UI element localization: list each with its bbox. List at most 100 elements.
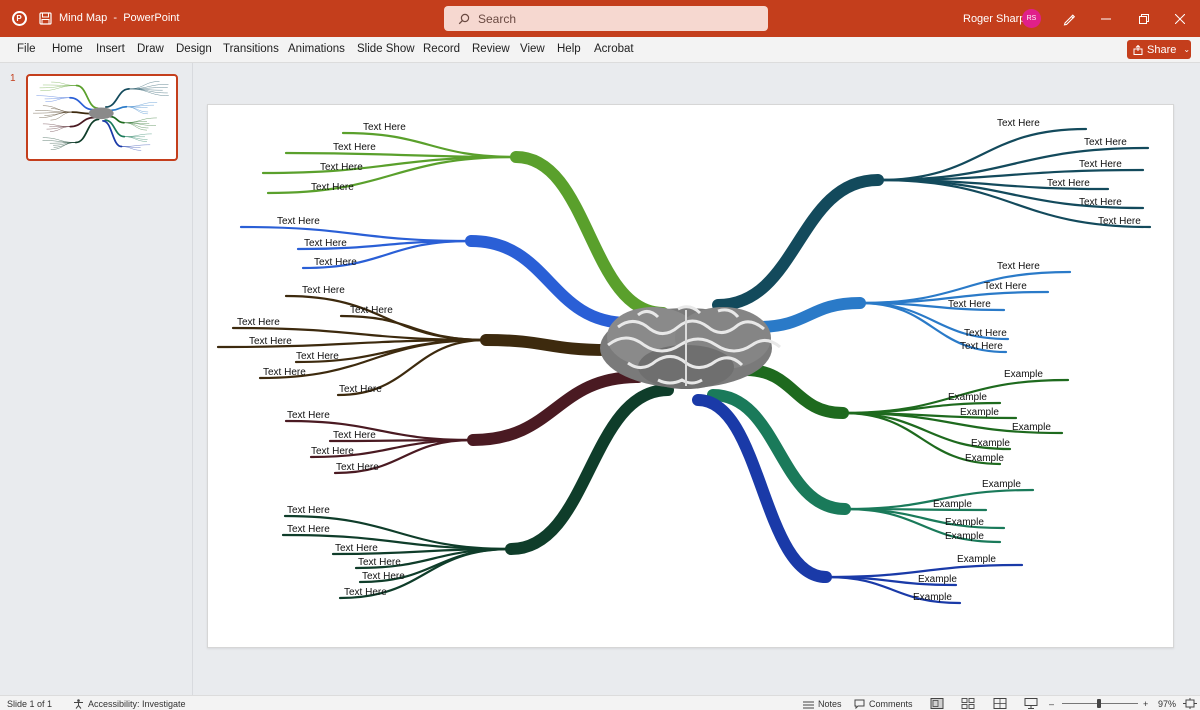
zoom-in-button[interactable]: + (1143, 699, 1148, 709)
tab-view[interactable]: View (520, 43, 545, 55)
tab-review[interactable]: Review (472, 43, 510, 55)
search-input[interactable]: Search (444, 6, 768, 31)
tab-insert[interactable]: Insert (96, 43, 125, 55)
left-branch-5-label[interactable]: Text Here (358, 557, 401, 568)
left-branch-3-label[interactable]: Text Here (263, 367, 306, 378)
right-branch-5-label[interactable]: Example (918, 574, 957, 585)
left-branch-5-trunk (74, 118, 100, 144)
notes-button[interactable]: Notes (803, 699, 842, 709)
right-branch-1-label[interactable]: Text Here (1084, 137, 1127, 148)
right-branch-3-label[interactable]: Example (1004, 369, 1043, 380)
right-branch-5-label[interactable]: Example (957, 554, 996, 565)
left-branch-4-twig (284, 419, 475, 442)
left-branch-5-label[interactable]: Text Here (287, 505, 330, 516)
tab-record[interactable]: Record (423, 43, 460, 55)
right-branch-5-label[interactable]: Example (913, 592, 952, 603)
left-branch-2-label[interactable]: Text Here (304, 238, 347, 249)
right-branch-2-trunk (752, 297, 866, 333)
accessibility-checker[interactable]: Accessibility: Investigate (73, 699, 186, 709)
left-branch-3-label[interactable]: Text Here (302, 285, 345, 296)
left-branch-3-twig (50, 108, 73, 113)
tab-design[interactable]: Design (176, 43, 212, 55)
right-branch-3-twig (123, 122, 147, 131)
zoom-out-button[interactable]: – (1049, 699, 1054, 709)
left-branch-1-label[interactable]: Text Here (311, 182, 354, 193)
right-branch-4-twig (124, 133, 152, 137)
tab-transitions[interactable]: Transitions (223, 43, 279, 55)
right-branch-3-label[interactable]: Example (971, 438, 1010, 449)
zoom-slider-thumb[interactable] (1097, 699, 1101, 708)
tab-home[interactable]: Home (52, 43, 83, 55)
avatar[interactable]: RS (1022, 9, 1041, 28)
tab-animations[interactable]: Animations (288, 43, 345, 55)
left-branch-4-label[interactable]: Text Here (287, 410, 330, 421)
left-branch-3-label[interactable]: Text Here (249, 336, 292, 347)
share-label: Share (1147, 43, 1177, 56)
left-branch-1-label[interactable]: Text Here (320, 162, 363, 173)
right-branch-2-label[interactable]: Text Here (948, 299, 991, 310)
left-branch-2-label[interactable]: Text Here (314, 257, 357, 268)
fit-to-window-icon[interactable] (1183, 698, 1197, 709)
slide-sorter-icon[interactable] (961, 698, 975, 709)
left-branch-5-label[interactable]: Text Here (362, 571, 405, 582)
right-branch-1-label[interactable]: Text Here (1047, 178, 1090, 189)
right-branch-2-label[interactable]: Text Here (964, 328, 1007, 339)
left-branch-5-label[interactable]: Text Here (335, 543, 378, 554)
slide-canvas[interactable]: Text Here Text Here Text Here Text Here Text… (207, 104, 1174, 648)
left-branch-4-label[interactable]: Text Here (311, 446, 354, 457)
right-branch-1-trunk (712, 174, 884, 311)
minimize-button[interactable] (1088, 0, 1124, 37)
left-branch-3-label[interactable]: Text Here (339, 384, 382, 395)
left-branch-1-label[interactable]: Text Here (363, 122, 406, 133)
right-branch-2-label[interactable]: Text Here (960, 341, 1003, 352)
slide-show-icon[interactable] (1024, 698, 1038, 709)
right-branch-4-label[interactable]: Example (945, 517, 984, 528)
normal-view-icon[interactable] (930, 698, 944, 709)
tab-acrobat[interactable]: Acrobat (594, 43, 634, 55)
left-branch-1-twig (266, 155, 518, 195)
left-branch-3-trunk (71, 111, 91, 115)
left-branch-5-label[interactable]: Text Here (344, 587, 387, 598)
share-button[interactable]: Share ⌄ (1127, 40, 1191, 59)
close-button[interactable] (1162, 0, 1198, 37)
right-branch-2-label[interactable]: Text Here (997, 261, 1040, 272)
right-branch-3-label[interactable]: Example (1012, 422, 1051, 433)
left-branch-3-label[interactable]: Text Here (296, 351, 339, 362)
comments-button[interactable]: Comments (854, 699, 913, 709)
slide-thumbnail[interactable] (26, 74, 178, 161)
right-branch-3-label[interactable]: Example (960, 407, 999, 418)
zoom-level[interactable]: 97% (1158, 699, 1176, 709)
right-branch-3-label[interactable]: Example (948, 392, 987, 403)
left-branch-1-label[interactable]: Text Here (333, 142, 376, 153)
right-branch-1-label[interactable]: Text Here (1098, 216, 1141, 227)
title-separator: - (113, 12, 118, 24)
brain-icon[interactable] (600, 305, 781, 389)
left-branch-4-label[interactable]: Text Here (333, 430, 376, 441)
left-branch-3-label[interactable]: Text Here (350, 305, 393, 316)
save-icon[interactable] (36, 0, 54, 37)
right-branch-4-twig (124, 136, 147, 142)
left-branch-3-twig (35, 110, 73, 113)
pen-icon[interactable] (1058, 0, 1080, 37)
right-branch-4-label[interactable]: Example (933, 499, 972, 510)
right-branch-1-label[interactable]: Text Here (997, 118, 1040, 129)
tab-help[interactable]: Help (557, 43, 581, 55)
right-branch-4-label[interactable]: Example (982, 479, 1021, 490)
tab-draw[interactable]: Draw (137, 43, 164, 55)
left-branch-2-label[interactable]: Text Here (277, 216, 320, 227)
right-branch-4-label[interactable]: Example (945, 531, 984, 542)
right-branch-3-label[interactable]: Example (965, 453, 1004, 464)
restore-button[interactable] (1126, 0, 1162, 37)
chevron-down-icon[interactable]: ⌄ (1183, 45, 1190, 54)
tab-slide-show[interactable]: Slide Show (357, 43, 415, 55)
left-branch-5-label[interactable]: Text Here (287, 524, 330, 535)
thumbnail-brain-icon (88, 107, 114, 120)
left-branch-4-label[interactable]: Text Here (336, 462, 379, 473)
reading-view-icon[interactable] (993, 698, 1007, 709)
user-name[interactable]: Roger Sharp (963, 13, 1025, 25)
right-branch-1-label[interactable]: Text Here (1079, 197, 1122, 208)
right-branch-2-label[interactable]: Text Here (984, 281, 1027, 292)
tab-file[interactable]: File (17, 43, 36, 55)
right-branch-1-label[interactable]: Text Here (1079, 159, 1122, 170)
left-branch-3-label[interactable]: Text Here (237, 317, 280, 328)
